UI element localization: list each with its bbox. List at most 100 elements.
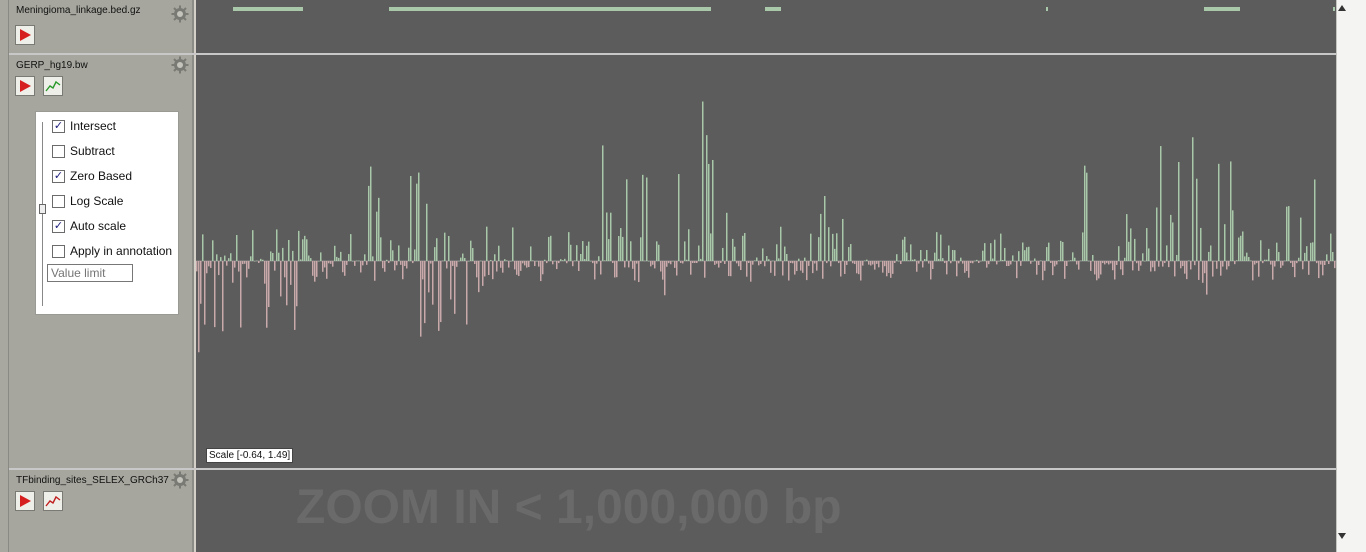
signal-bar [1064,261,1066,279]
signal-bar [1164,261,1166,264]
vertical-scrollbar[interactable] [1336,0,1366,552]
value-limit-input[interactable] [47,264,133,282]
signal-bar [900,261,902,264]
option-subtract[interactable]: Subtract [52,142,115,160]
signal-bar [1122,261,1124,276]
signal-bar [982,250,984,261]
gear-icon[interactable] [171,5,189,23]
bed-feature [765,7,781,11]
graph-settings-button[interactable] [43,491,63,511]
signal-bar [1180,261,1182,269]
signal-bar [568,232,570,261]
signal-bar [1148,248,1150,261]
checkbox-auto-scale[interactable]: ✓ [52,219,65,233]
play-button[interactable] [15,76,35,96]
signal-bar [932,261,934,269]
signal-bar [910,244,912,261]
signal-bar [616,261,618,278]
signal-bar [936,232,938,261]
checkbox-subtract[interactable] [52,144,65,158]
signal-bar [1228,261,1230,267]
checkbox-zero-based[interactable]: ✓ [52,169,65,183]
signal-bar [1142,253,1144,261]
signal-bar [316,261,318,277]
signal-bar [242,261,244,265]
panel-rail [42,122,43,306]
signal-bar [1028,246,1030,261]
graph-settings-button[interactable] [43,76,63,96]
gear-icon[interactable] [171,471,189,489]
scale-label: Scale [-0.64, 1.49] [206,448,294,463]
signal-bar [668,261,670,264]
signal-bar [276,229,278,261]
signal-bar [590,260,592,262]
play-button[interactable] [15,25,35,45]
signal-bar [1062,241,1064,261]
bed-feature [389,7,711,11]
signal-bar [714,261,716,265]
signal-bar [1212,261,1214,277]
signal-bar [338,257,340,261]
signal-bar [318,260,320,262]
signal-bar [1236,260,1238,261]
checkbox-apply-in-annotation[interactable] [52,244,65,258]
play-button[interactable] [15,491,35,511]
signal-bar [390,240,392,261]
checkbox-log-scale[interactable] [52,194,65,208]
signal-bar [278,252,280,261]
option-log-scale[interactable]: Log Scale [52,192,123,210]
signal-bar [282,247,284,261]
track-canvas-tfbinding[interactable]: ZOOM IN < 1,000,000 bp [196,470,1336,552]
signal-bar [776,244,778,261]
signal-bar [1226,261,1228,270]
signal-bar [334,245,336,261]
signal-bar [302,239,304,261]
signal-bar [874,261,876,270]
signal-bar [646,177,648,261]
signal-bar [610,212,612,261]
signal-bar [622,236,624,261]
signal-bar [326,261,328,279]
signal-bar [1100,261,1102,275]
scroll-up-icon[interactable] [1337,3,1347,13]
play-icon [20,80,31,92]
signal-bar [592,261,594,264]
signal-bar [780,226,782,261]
signal-bar [980,260,982,262]
signal-bar [1266,259,1268,261]
option-apply-in-annotation[interactable]: Apply in annotation [52,242,172,260]
signal-bar [1110,261,1112,264]
track-canvas-gerp[interactable]: Scale [-0.64, 1.49] [196,55,1336,468]
signal-bar [856,261,858,274]
option-intersect[interactable]: ✓ Intersect [52,117,116,135]
signal-bar [288,240,290,261]
signal-bar [924,258,926,261]
signal-bar [928,261,930,264]
signal-bar [736,261,738,264]
option-zero-based[interactable]: ✓ Zero Based [52,167,132,185]
gear-icon[interactable] [171,56,189,74]
signal-bar [1280,261,1282,268]
checkbox-intersect[interactable]: ✓ [52,119,65,133]
signal-bar [460,257,462,261]
signal-bar [290,261,292,285]
signal-bar [1114,261,1116,280]
signal-bar [354,261,356,266]
signal-bar [496,261,498,272]
signal-bar [1132,261,1134,271]
signal-bar [232,261,234,283]
scroll-down-icon[interactable] [1337,531,1347,541]
track-canvas-meningioma[interactable] [196,0,1336,54]
option-auto-scale[interactable]: ✓ Auto scale [52,217,126,235]
signal-bar [1154,261,1156,272]
signal-bar [812,261,814,274]
panel-drag-handle[interactable] [39,204,46,214]
option-label: Zero Based [70,169,133,183]
signal-bar [392,250,394,261]
signal-bar [1112,261,1114,271]
signal-bar [1190,261,1192,270]
signal-bar [818,237,820,261]
signal-bar [1330,233,1332,261]
left-resize-strip[interactable] [0,0,9,552]
signal-bar [214,261,216,328]
